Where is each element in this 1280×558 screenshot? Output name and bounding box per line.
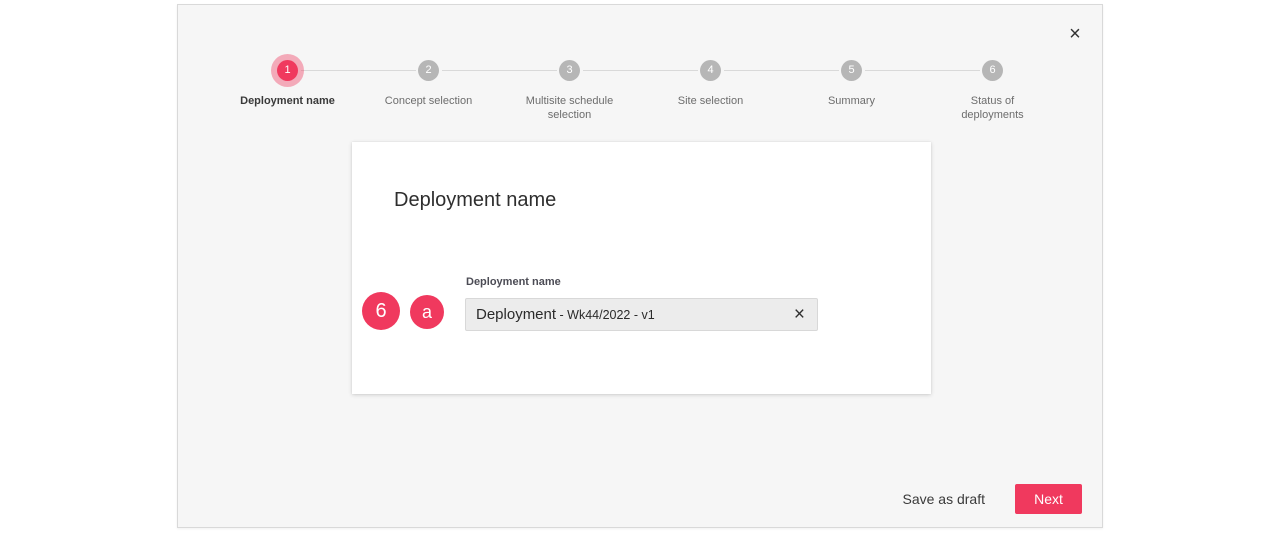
step-connector-row: 4: [640, 53, 781, 87]
wizard-stepper: 1 Deployment name 2 Concept selection 3 …: [217, 53, 1063, 122]
step-connector-row: 3: [499, 53, 640, 87]
step-site-selection[interactable]: 4 Site selection: [640, 53, 781, 122]
step-connector-row: 6: [922, 53, 1063, 87]
clear-input-button[interactable]: ×: [790, 305, 809, 324]
step-concept-selection[interactable]: 2 Concept selection: [358, 53, 499, 122]
dialog-footer: Save as draft Next: [903, 484, 1082, 514]
step-1-label: Deployment name: [240, 95, 335, 107]
close-icon: ×: [1069, 23, 1081, 45]
deployment-wizard-dialog: × 1 Deployment name 2 Concept selection …: [177, 4, 1103, 528]
page-background: × 1 Deployment name 2 Concept selection …: [0, 0, 1280, 558]
input-value-suffix: - Wk44/2022 - v1: [556, 307, 655, 322]
step-5-label: Summary: [827, 95, 876, 107]
step-3-label: Multisite schedule selection: [525, 95, 614, 121]
step-summary[interactable]: 5 Summary: [781, 53, 922, 122]
step-3-circle: 3: [559, 59, 580, 81]
step-4-circle: 4: [700, 59, 721, 81]
step-status-of-deployments[interactable]: 6 Status of deployments: [922, 53, 1063, 122]
deployment-name-card: Deployment name Deployment name Deployme…: [352, 142, 931, 394]
step-2-circle: 2: [418, 59, 439, 81]
close-button[interactable]: ×: [1061, 20, 1089, 48]
next-button[interactable]: Next: [1015, 484, 1082, 514]
input-value-primary: Deployment: [476, 306, 557, 323]
step-connector-row: 2: [358, 53, 499, 87]
step-connector-row: 5: [781, 53, 922, 87]
step-2-label: Concept selection: [384, 95, 473, 107]
step-1-circle: 1: [277, 59, 298, 81]
card-title: Deployment name: [394, 189, 557, 211]
annotation-badge-6: 6: [362, 292, 400, 330]
step-6-label: Status of deployments: [961, 95, 1024, 121]
step-6-circle: 6: [982, 59, 1003, 81]
step-5-circle: 5: [841, 59, 862, 81]
deployment-name-field-label: Deployment name: [466, 276, 561, 288]
save-as-draft-button[interactable]: Save as draft: [903, 491, 986, 507]
step-deployment-name[interactable]: 1 Deployment name: [217, 53, 358, 122]
deployment-name-input[interactable]: Deployment - Wk44/2022 - v1 ×: [465, 298, 818, 331]
annotation-badge-a: a: [410, 295, 444, 329]
clear-icon: ×: [793, 304, 805, 325]
step-multisite-schedule-selection[interactable]: 3 Multisite schedule selection: [499, 53, 640, 122]
step-connector-row: 1: [217, 53, 358, 87]
step-4-label: Site selection: [677, 95, 744, 107]
